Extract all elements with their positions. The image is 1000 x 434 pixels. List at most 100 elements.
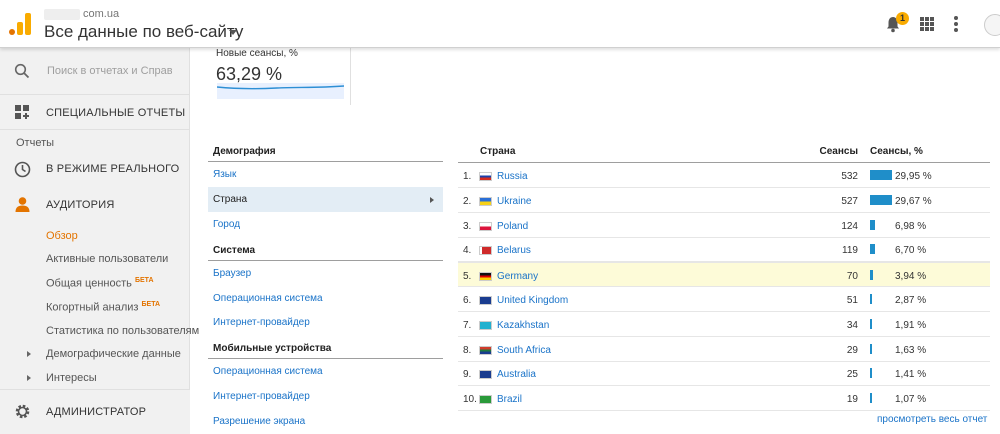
dimension-item-mobile-isp[interactable]: Интернет-провайдер — [208, 384, 443, 409]
table-row[interactable]: 8. South Africa 29 1,63 % — [458, 337, 990, 362]
reports-section-label: Отчеты — [16, 137, 55, 149]
chevron-right-icon — [430, 197, 434, 203]
dimension-heading-mobile: Мобильные устройства — [208, 343, 443, 359]
country-link[interactable]: South Africa — [497, 345, 551, 356]
view-selector[interactable]: Все данные по веб-сайту — [44, 22, 243, 42]
table-row[interactable]: 10. Brazil 19 1,07 % — [458, 386, 990, 412]
country-link[interactable]: United Kingdom — [497, 295, 568, 306]
dimension-item-browser[interactable]: Браузер — [208, 261, 443, 286]
sidebar-item-label: АУДИТОРИЯ — [46, 199, 115, 211]
apps-grid-icon[interactable] — [920, 17, 934, 31]
column-header-sessions[interactable]: Сеансы — [798, 146, 859, 162]
sidebar-subitem-demographics[interactable]: Демографические данные — [46, 348, 181, 360]
country-link[interactable]: Germany — [497, 271, 538, 282]
row-rank: 7. — [463, 319, 472, 331]
sessions-pct-value: 6,70 % — [895, 245, 927, 257]
sidebar-subitem-lifetime-value[interactable]: Общая ценность БЕТА — [46, 277, 154, 290]
more-vert-icon[interactable] — [954, 16, 958, 32]
share-bar — [870, 219, 876, 230]
country-link[interactable]: Poland — [497, 221, 528, 232]
table-row[interactable]: 4. Belarus 119 6,70 % — [458, 237, 990, 263]
chevron-right-icon[interactable] — [27, 375, 31, 381]
sessions-pct-value: 3,94 % — [895, 271, 927, 283]
dimension-item-screen-resolution[interactable]: Разрешение экрана — [208, 409, 443, 434]
sidebar-item-audience[interactable]: АУДИТОРИЯ — [0, 190, 190, 218]
table-row[interactable]: 3. Poland 124 6,98 % — [458, 213, 990, 238]
sidebar-subitem-user-explorer[interactable]: Статистика по пользователям — [46, 325, 199, 337]
column-header-country[interactable]: Страна — [480, 146, 515, 162]
sessions-pct-value: 1,41 % — [895, 369, 927, 381]
country-link[interactable]: Ukraine — [497, 196, 531, 207]
dimension-item-isp[interactable]: Интернет-провайдер — [208, 310, 443, 335]
country-link[interactable]: Brazil — [497, 394, 522, 405]
flag-icon — [479, 221, 492, 231]
share-bar — [870, 244, 875, 255]
share-bar — [870, 270, 873, 281]
search-icon — [14, 63, 30, 79]
analytics-logo-icon[interactable] — [9, 13, 31, 35]
clock-icon — [14, 161, 31, 178]
sessions-pct-value: 1,07 % — [895, 394, 927, 406]
gear-icon — [15, 404, 30, 419]
sessions-pct-value: 29,95 % — [895, 171, 932, 182]
dimension-item-language[interactable]: Язык — [208, 162, 443, 187]
dimension-item-mobile-os[interactable]: Операционная система — [208, 359, 443, 384]
table-row[interactable]: 6. United Kingdom 51 2,87 % — [458, 287, 990, 312]
sidebar-search[interactable]: Поиск в отчетах и Справке — [0, 48, 190, 95]
flag-icon — [479, 320, 492, 330]
dimension-heading-system: Система — [208, 245, 443, 261]
sessions-value: 34 — [846, 319, 858, 331]
dimension-item-country[interactable]: Страна — [208, 187, 443, 212]
row-rank: 6. — [463, 295, 472, 306]
search-input[interactable]: Поиск в отчетах и Справке — [47, 65, 172, 77]
sidebar-subitem-cohort-analysis[interactable]: Когортный анализ БЕТА — [46, 301, 160, 314]
row-rank: 5. — [463, 271, 472, 283]
dashboard-icon — [15, 105, 29, 119]
dimension-item-city[interactable]: Город — [208, 212, 443, 237]
table-row[interactable]: 7. Kazakhstan 34 1,91 % — [458, 312, 990, 337]
sessions-value: 124 — [841, 220, 858, 232]
sessions-value: 25 — [846, 369, 858, 381]
avatar[interactable] — [984, 14, 1000, 36]
metric-label: Новые сеансы, % — [216, 48, 298, 59]
sparkline — [216, 83, 345, 99]
person-icon — [15, 197, 30, 212]
country-link[interactable]: Kazakhstan — [497, 320, 549, 331]
sessions-value: 70 — [846, 271, 858, 283]
sidebar-subitem-active-users[interactable]: Активные пользователи — [46, 253, 168, 265]
sidebar-item-label: В РЕЖИМЕ РЕАЛЬНОГО — [46, 163, 180, 175]
chevron-down-icon[interactable] — [229, 30, 237, 35]
country-link[interactable]: Australia — [497, 369, 536, 380]
sessions-pct-value: 2,87 % — [895, 295, 927, 306]
share-bar — [870, 393, 872, 404]
sidebar-item-custom-reports[interactable]: СПЕЦИАЛЬНЫЕ ОТЧЕТЫ — [0, 96, 190, 129]
account-domain: com.ua — [83, 8, 120, 20]
sessions-pct-value: 1,91 % — [895, 319, 927, 331]
sidebar: Поиск в отчетах и Справке СПЕЦИАЛЬНЫЕ ОТ… — [0, 48, 199, 434]
sidebar-item-admin[interactable]: АДМИНИСТРАТОР — [0, 389, 190, 434]
table-row[interactable]: 5. Germany 70 3,94 % — [458, 262, 990, 288]
sidebar-item-realtime[interactable]: В РЕЖИМЕ РЕАЛЬНОГО — [0, 154, 190, 184]
sidebar-subitem-interests[interactable]: Интересы — [46, 372, 97, 384]
beta-badge: БЕТА — [134, 277, 154, 284]
view-full-report-link[interactable]: просмотреть весь отчет — [877, 414, 987, 425]
sessions-pct-value: 29,67 % — [895, 195, 932, 207]
notification-badge[interactable]: 1 — [896, 12, 909, 25]
chevron-right-icon[interactable] — [27, 351, 31, 357]
country-link[interactable]: Belarus — [497, 245, 531, 256]
flag-icon — [479, 196, 492, 206]
column-header-sessions-pct[interactable]: Сеансы, % — [870, 146, 923, 162]
row-rank: 8. — [463, 344, 472, 356]
row-rank: 4. — [463, 245, 472, 257]
sidebar-subitem-overview[interactable]: Обзор — [46, 230, 78, 242]
top-bar: com.ua Все данные по веб-сайту 1 — [0, 0, 1000, 48]
table-row[interactable]: 1. Russia 532 29,95 % — [458, 163, 990, 188]
table-row[interactable]: 9. Australia 25 1,41 % — [458, 361, 990, 387]
table-row[interactable]: 2. Ukraine 527 29,67 % — [458, 188, 990, 213]
sessions-value: 19 — [846, 394, 858, 406]
country-link[interactable]: Russia — [497, 171, 528, 182]
sessions-pct-value: 6,98 % — [895, 220, 927, 232]
sidebar-item-label: АДМИНИСТРАТОР — [46, 406, 147, 418]
dimension-item-os[interactable]: Операционная система — [208, 286, 443, 311]
metric-value: 63,29 % — [216, 64, 283, 84]
